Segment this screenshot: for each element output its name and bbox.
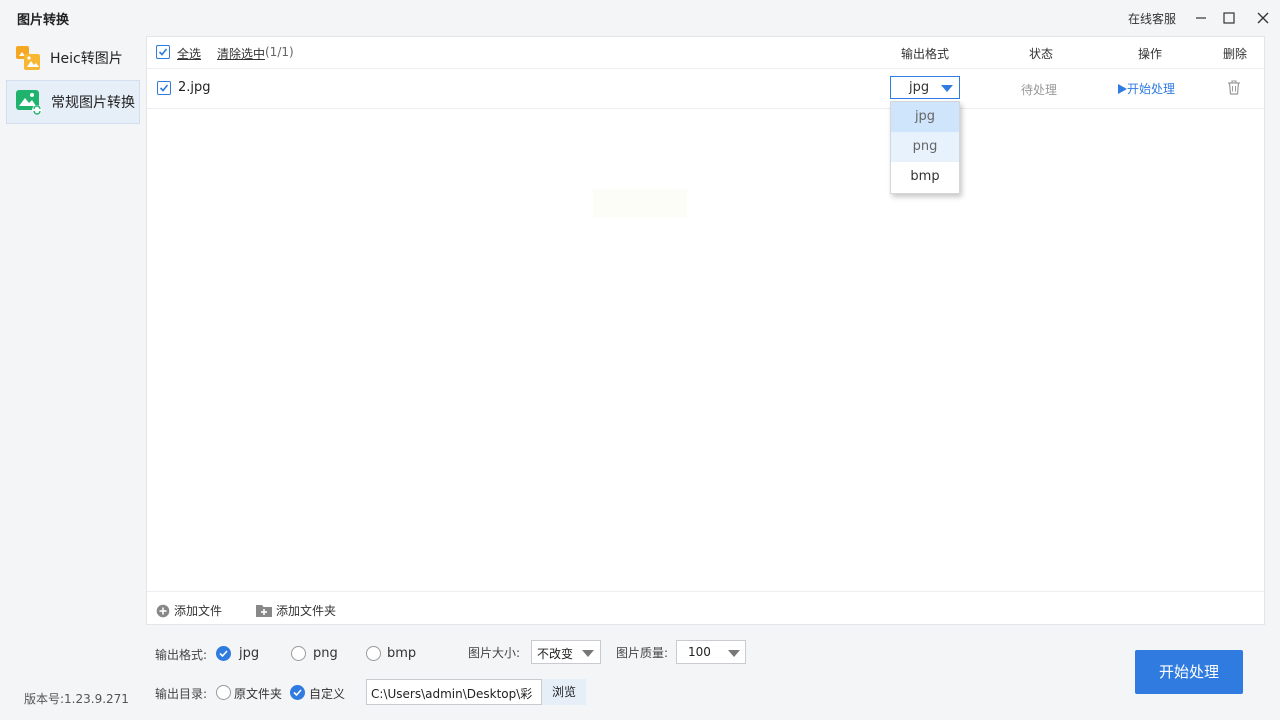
format-radio-bmp[interactable] — [366, 646, 381, 661]
format-radio-png-label[interactable]: png — [313, 646, 338, 661]
clear-selected-link[interactable]: 清除选中 — [217, 45, 265, 62]
maximize-button[interactable] — [1217, 6, 1241, 30]
row-status: 待处理 — [1021, 83, 1058, 97]
row-start-button[interactable]: 开始处理 — [1118, 80, 1175, 97]
add-folder-button[interactable]: 添加文件夹 — [256, 602, 336, 619]
table-row: 2.jpg jpg 待处理 开始处理 — [147, 69, 1264, 109]
add-folder-label: 添加文件夹 — [276, 604, 337, 618]
image-quality-select[interactable]: 100 — [676, 640, 746, 664]
image-size-select[interactable]: 不改变 — [531, 640, 601, 664]
image-size-value: 不改变 — [537, 647, 574, 661]
sidebar: Heic转图片 常规图片转换 版本号:1.23.9.271 — [0, 36, 146, 720]
online-service-link[interactable]: 在线客服 — [1128, 10, 1176, 27]
drop-hint-area — [593, 189, 687, 217]
file-name: 2.jpg — [178, 80, 211, 95]
row-checkbox[interactable] — [157, 81, 171, 95]
image-size-label: 图片大小: — [468, 646, 521, 660]
select-all-checkbox[interactable] — [156, 45, 170, 59]
checkmark-icon — [158, 48, 168, 56]
minimize-button[interactable] — [1189, 6, 1213, 30]
maximize-icon — [1223, 12, 1235, 24]
checkmark-icon — [293, 689, 302, 697]
dir-radio-custom-label[interactable]: 自定义 — [309, 685, 345, 702]
add-file-label: 添加文件 — [174, 604, 223, 618]
caret-down-icon — [941, 85, 953, 92]
dir-radio-original[interactable] — [216, 685, 231, 700]
dropdown-option-bmp[interactable]: bmp — [891, 162, 959, 192]
image-quality-value: 100 — [688, 645, 711, 659]
row-start-label: 开始处理 — [1127, 82, 1176, 96]
output-format-label: 输出格式: — [155, 648, 208, 662]
list-footer: 添加文件 添加文件夹 — [147, 591, 1264, 625]
output-dir-label: 输出目录: — [155, 687, 208, 701]
dir-radio-original-label[interactable]: 原文件夹 — [234, 685, 282, 702]
file-list-panel: 全选 清除选中 (1/1) 输出格式 状态 操作 删除 2.jpg jpg 待处… — [146, 36, 1265, 625]
format-radio-bmp-label[interactable]: bmp — [387, 646, 416, 661]
dropdown-option-png[interactable]: png — [891, 132, 959, 162]
format-dropdown-list: jpg png bmp — [890, 101, 960, 194]
play-icon — [1118, 83, 1127, 94]
sidebar-item-label: 常规图片转换 — [51, 95, 135, 111]
list-header: 全选 清除选中 (1/1) 输出格式 状态 操作 删除 — [147, 37, 1264, 69]
heic-image-icon — [16, 46, 40, 70]
column-header-format: 输出格式 — [901, 47, 950, 61]
row-format-value: jpg — [909, 80, 930, 95]
close-icon — [1257, 12, 1269, 24]
image-quality-label: 图片质量: — [616, 646, 669, 660]
sidebar-item-label: Heic转图片 — [50, 51, 123, 67]
add-folder-icon — [256, 604, 272, 617]
dir-radio-custom[interactable] — [290, 685, 305, 700]
caret-down-icon — [728, 650, 740, 657]
format-radio-png[interactable] — [291, 646, 306, 661]
close-button[interactable] — [1251, 6, 1275, 30]
select-all-link[interactable]: 全选 — [177, 45, 201, 62]
caret-down-icon — [582, 650, 594, 657]
checkmark-icon — [219, 650, 228, 658]
format-radio-jpg[interactable] — [216, 646, 231, 661]
column-header-action: 操作 — [1138, 47, 1163, 61]
checkmark-icon — [159, 84, 169, 92]
selected-count: (1/1) — [265, 45, 294, 59]
trash-icon[interactable] — [1227, 80, 1241, 95]
add-file-button[interactable]: 添加文件 — [156, 602, 222, 619]
row-format-select[interactable]: jpg — [890, 76, 960, 99]
column-header-status: 状态 — [1029, 47, 1054, 61]
start-process-button[interactable]: 开始处理 — [1135, 650, 1243, 694]
sidebar-item-image-convert[interactable]: 常规图片转换 — [6, 80, 140, 124]
title-bar: 图片转换 在线客服 — [0, 0, 1280, 36]
browse-button[interactable]: 浏览 — [542, 679, 586, 705]
minimize-icon — [1196, 17, 1206, 19]
image-convert-icon — [16, 90, 42, 115]
format-radio-jpg-label[interactable]: jpg — [239, 646, 259, 661]
app-title: 图片转换 — [17, 13, 70, 28]
add-circle-icon — [156, 604, 170, 617]
dropdown-option-jpg[interactable]: jpg — [891, 102, 959, 132]
column-header-delete: 删除 — [1223, 47, 1248, 61]
version-label: 版本号:1.23.9.271 — [24, 692, 129, 706]
sidebar-item-heic[interactable]: Heic转图片 — [6, 36, 140, 80]
output-path-input[interactable]: C:\Users\admin\Desktop\彩 — [366, 679, 542, 705]
